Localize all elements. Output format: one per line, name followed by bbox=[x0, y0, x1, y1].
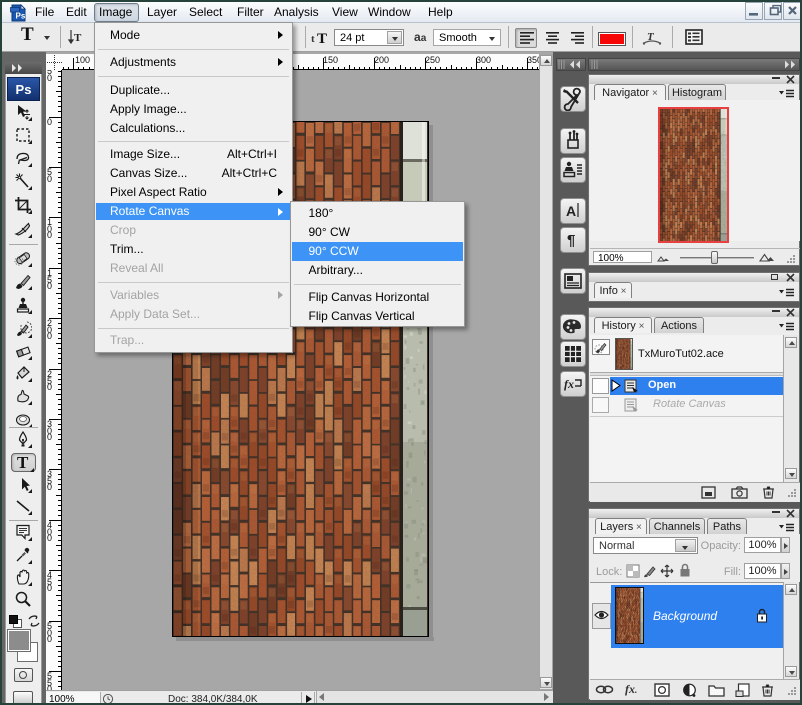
svg-text:fx: fx bbox=[564, 377, 574, 391]
svg-text:A: A bbox=[566, 203, 576, 219]
svg-text:Ps: Ps bbox=[16, 12, 26, 21]
svg-text:¶: ¶ bbox=[567, 232, 575, 249]
svg-text:t: t bbox=[311, 33, 315, 45]
svg-text:T: T bbox=[317, 31, 327, 45]
svg-text:T: T bbox=[74, 32, 82, 44]
